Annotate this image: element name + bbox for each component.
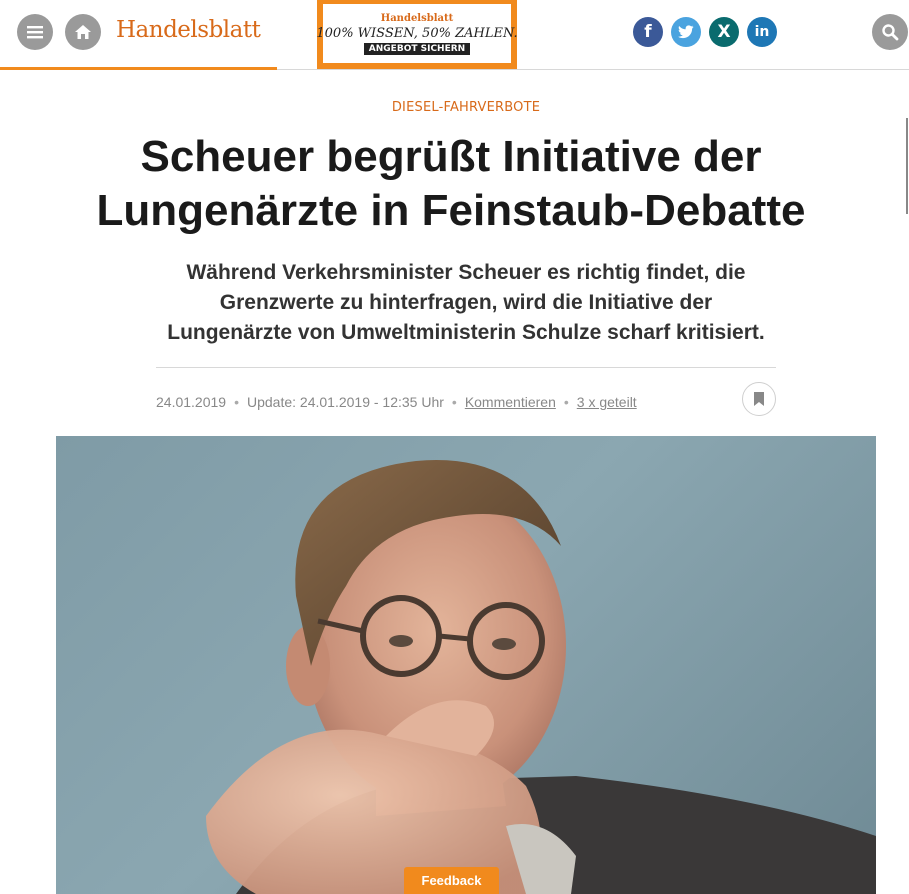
bookmark-button[interactable]	[742, 382, 776, 416]
ad-content: Handelsblatt 100% WISSEN, 50% ZAHLEN. AN…	[316, 4, 518, 63]
menu-icon	[27, 26, 43, 39]
article-lead: Während Verkehrsminister Scheuer es rich…	[167, 261, 765, 344]
article-headline: Scheuer begrüßt Initiative der Lungenärz…	[96, 132, 806, 235]
share-count-link[interactable]: 3 x geteilt	[577, 394, 637, 410]
xing-share-button[interactable]: X	[709, 17, 739, 47]
ad-claim: 100% WISSEN, 50% ZAHLEN.	[316, 25, 518, 41]
linkedin-share-button[interactable]: in	[747, 17, 777, 47]
meta-separator: •	[563, 394, 569, 410]
scrollbar-thumb[interactable]	[906, 118, 908, 214]
ad-brand: Handelsblatt	[380, 12, 454, 24]
xing-icon: X	[717, 22, 731, 42]
article-kicker[interactable]: DIESEL-FAHRVERBOTE	[0, 100, 909, 115]
divider	[156, 367, 776, 368]
facebook-icon: f	[644, 22, 652, 42]
meta-separator: •	[451, 394, 457, 410]
article-meta: 24.01.2019 • Update: 24.01.2019 - 12:35 …	[156, 392, 637, 412]
twitter-icon	[678, 25, 694, 39]
home-icon	[75, 25, 91, 39]
search-button[interactable]	[872, 14, 908, 50]
feedback-button[interactable]: Feedback	[404, 867, 499, 894]
comment-link[interactable]: Kommentieren	[465, 394, 556, 410]
article-hero-image	[56, 436, 876, 894]
publish-date: 24.01.2019	[156, 394, 227, 410]
meta-separator: •	[234, 394, 239, 410]
twitter-share-button[interactable]	[671, 17, 701, 47]
search-icon	[882, 24, 899, 41]
facebook-share-button[interactable]: f	[633, 17, 663, 47]
ad-cta-button[interactable]: ANGEBOT SICHERN	[363, 42, 471, 55]
hero-photo-illustration	[206, 460, 876, 894]
menu-button[interactable]	[17, 14, 53, 50]
linkedin-icon: in	[754, 24, 770, 40]
update-date: Update: 24.01.2019 - 12:35 Uhr	[246, 394, 444, 410]
ad-banner[interactable]: Handelsblatt 100% WISSEN, 50% ZAHLEN. AN…	[316, 0, 518, 69]
bookmark-icon	[754, 392, 764, 406]
home-button[interactable]	[65, 14, 101, 50]
handelsblatt-logo[interactable]: Handelsblatt	[116, 17, 261, 43]
header-accent-bar	[0, 67, 277, 70]
site-header: Handelsblatt Handelsblatt 100% WISSEN, 5…	[0, 0, 909, 70]
